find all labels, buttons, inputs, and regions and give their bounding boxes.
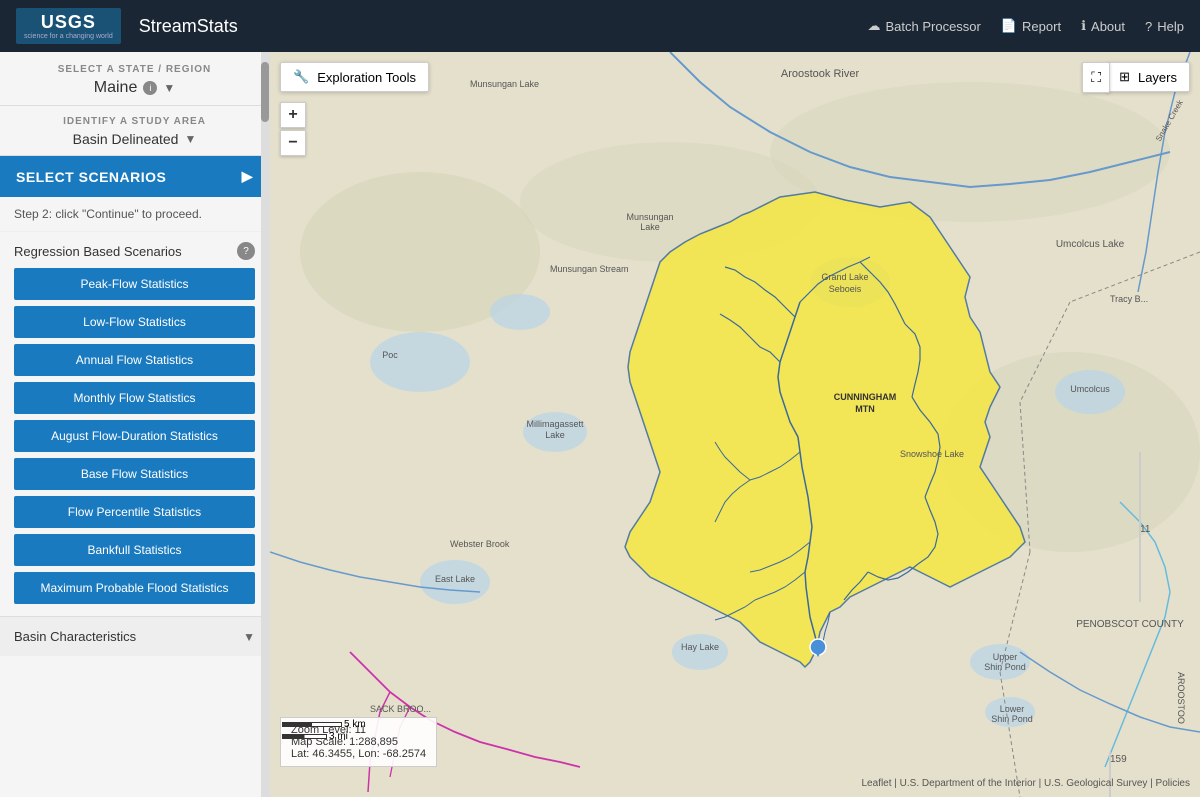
study-area-label: IDENTIFY A STUDY AREA (16, 116, 253, 127)
app-title: StreamStats (139, 16, 238, 37)
state-region-section: SELECT A STATE / REGION Maine i ▼ (0, 52, 269, 106)
scale-bar: 5 km 3 mi (282, 719, 366, 742)
svg-text:SACK BROO...: SACK BROO... (370, 704, 431, 714)
svg-text:Munsungan: Munsungan (626, 212, 673, 222)
svg-text:Tracy B...: Tracy B... (1110, 294, 1148, 304)
zoom-out-button[interactable]: − (280, 130, 306, 156)
layers-control[interactable]: ⊞ Layers (1106, 62, 1190, 92)
usgs-logo: USGS science for a changing world (16, 8, 121, 44)
state-info-icon[interactable]: i (143, 81, 157, 95)
select-scenarios-button[interactable]: SELECT SCENARIOS ▶ (0, 156, 269, 197)
header: USGS science for a changing world Stream… (0, 0, 1200, 52)
basin-char-label: Basin Characteristics (14, 629, 136, 644)
bankfull-btn[interactable]: Bankfull Statistics (14, 534, 255, 566)
svg-text:Lake: Lake (640, 222, 660, 232)
svg-text:MTN: MTN (855, 404, 875, 414)
regression-section: Regression Based Scenarios ? Peak-Flow S… (0, 232, 269, 616)
header-nav: ☁ Batch Processor 📄 Report ℹ About ? Hel… (867, 18, 1184, 34)
sidebar-scrollbar[interactable] (261, 52, 269, 797)
svg-text:Shin Pond: Shin Pond (991, 714, 1033, 724)
map-attribution: Leaflet | U.S. Department of the Interio… (862, 778, 1191, 789)
svg-text:Shin Pond: Shin Pond (984, 662, 1026, 672)
scale-mi: 3 mi (329, 731, 348, 742)
state-dropdown-arrow[interactable]: ▼ (163, 81, 175, 95)
regression-help-icon[interactable]: ? (237, 242, 255, 260)
svg-text:159: 159 (1110, 754, 1127, 765)
basin-char-arrow: ▼ (243, 630, 255, 644)
svg-text:East Lake: East Lake (435, 574, 475, 584)
peak-flow-btn[interactable]: Peak-Flow Statistics (14, 268, 255, 300)
usgs-tagline: science for a changing world (24, 33, 113, 40)
sidebar: SELECT A STATE / REGION Maine i ▼ IDENTI… (0, 52, 270, 797)
regression-header: Regression Based Scenarios ? (14, 242, 255, 260)
low-flow-btn[interactable]: Low-Flow Statistics (14, 306, 255, 338)
svg-text:11: 11 (1140, 524, 1151, 535)
svg-text:Munsungan Lake: Munsungan Lake (470, 79, 539, 89)
august-flow-btn[interactable]: August Flow-Duration Statistics (14, 420, 255, 452)
svg-text:Hay Lake: Hay Lake (681, 642, 719, 652)
svg-text:Aroostook River: Aroostook River (781, 68, 860, 80)
batch-processor-nav[interactable]: ☁ Batch Processor (867, 18, 980, 34)
svg-text:PENOBSCOT COUNTY: PENOBSCOT COUNTY (1076, 619, 1184, 630)
regression-title: Regression Based Scenarios (14, 244, 182, 259)
main-content: SELECT A STATE / REGION Maine i ▼ IDENTI… (0, 52, 1200, 797)
base-flow-btn[interactable]: Base Flow Statistics (14, 458, 255, 490)
layers-icon: ⊞ (1119, 69, 1130, 85)
svg-text:Umcolcus Lake: Umcolcus Lake (1056, 239, 1125, 250)
svg-text:CUNNINGHAM: CUNNINGHAM (834, 392, 897, 402)
svg-text:Grand Lake: Grand Lake (821, 272, 868, 282)
basin-characteristics-section[interactable]: Basin Characteristics ▼ (0, 616, 269, 656)
svg-text:Umcolcus: Umcolcus (1070, 384, 1110, 394)
monthly-flow-btn[interactable]: Monthly Flow Statistics (14, 382, 255, 414)
state-region-label: SELECT A STATE / REGION (16, 64, 253, 75)
study-area-dropdown[interactable]: ▼ (184, 132, 196, 146)
svg-text:Millimagassett: Millimagassett (526, 419, 584, 429)
svg-text:Snowshoe Lake: Snowshoe Lake (900, 449, 964, 459)
logo-area: USGS science for a changing world Stream… (16, 8, 238, 44)
svg-text:AROOSTOO: AROOSTOO (1176, 672, 1186, 724)
about-nav[interactable]: ℹ About (1081, 18, 1125, 34)
map-svg: Aroostook River Umcolcus Lake Grand Lake… (270, 52, 1200, 797)
fullscreen-button[interactable]: ⛶ (1082, 62, 1110, 93)
svg-text:Lake: Lake (545, 430, 565, 440)
study-area-value: Basin Delineated ▼ (16, 131, 253, 147)
report-nav[interactable]: 📄 Report (1001, 18, 1061, 34)
mpf-btn[interactable]: Maximum Probable Flood Statistics (14, 572, 255, 604)
state-region-value: Maine i ▼ (16, 79, 253, 97)
layers-label: Layers (1138, 70, 1177, 85)
svg-text:Seboeis: Seboeis (829, 284, 862, 294)
flow-percentile-btn[interactable]: Flow Percentile Statistics (14, 496, 255, 528)
study-area-section: IDENTIFY A STUDY AREA Basin Delineated ▼ (0, 106, 269, 156)
exploration-tools-panel[interactable]: 🔧 Exploration Tools (280, 62, 429, 92)
svg-text:Lower: Lower (1000, 704, 1025, 714)
map-container[interactable]: Aroostook River Umcolcus Lake Grand Lake… (270, 52, 1200, 797)
annual-flow-btn[interactable]: Annual Flow Statistics (14, 344, 255, 376)
sidebar-scrollbar-thumb (261, 62, 269, 122)
zoom-controls: + − (280, 102, 306, 156)
svg-text:Upper: Upper (993, 652, 1018, 662)
select-scenarios-arrow: ▶ (242, 168, 253, 185)
exploration-tools-label: Exploration Tools (317, 70, 416, 85)
lat-lon: Lat: 46.3455, Lon: -68.2574 (291, 748, 426, 760)
scale-km: 5 km (344, 719, 366, 730)
zoom-in-button[interactable]: + (280, 102, 306, 128)
svg-text:Webster Brook: Webster Brook (450, 539, 510, 549)
step-instruction: Step 2: click "Continue" to proceed. (0, 197, 269, 232)
svg-text:Poc: Poc (382, 350, 398, 360)
select-scenarios-label: SELECT SCENARIOS (16, 169, 166, 185)
help-nav[interactable]: ? Help (1145, 19, 1184, 34)
study-area-text: Basin Delineated (73, 131, 179, 147)
state-name: Maine (94, 79, 138, 97)
usgs-text: USGS (41, 12, 96, 33)
tools-icon: 🔧 (293, 69, 309, 85)
svg-text:Munsungan Stream: Munsungan Stream (550, 264, 629, 274)
